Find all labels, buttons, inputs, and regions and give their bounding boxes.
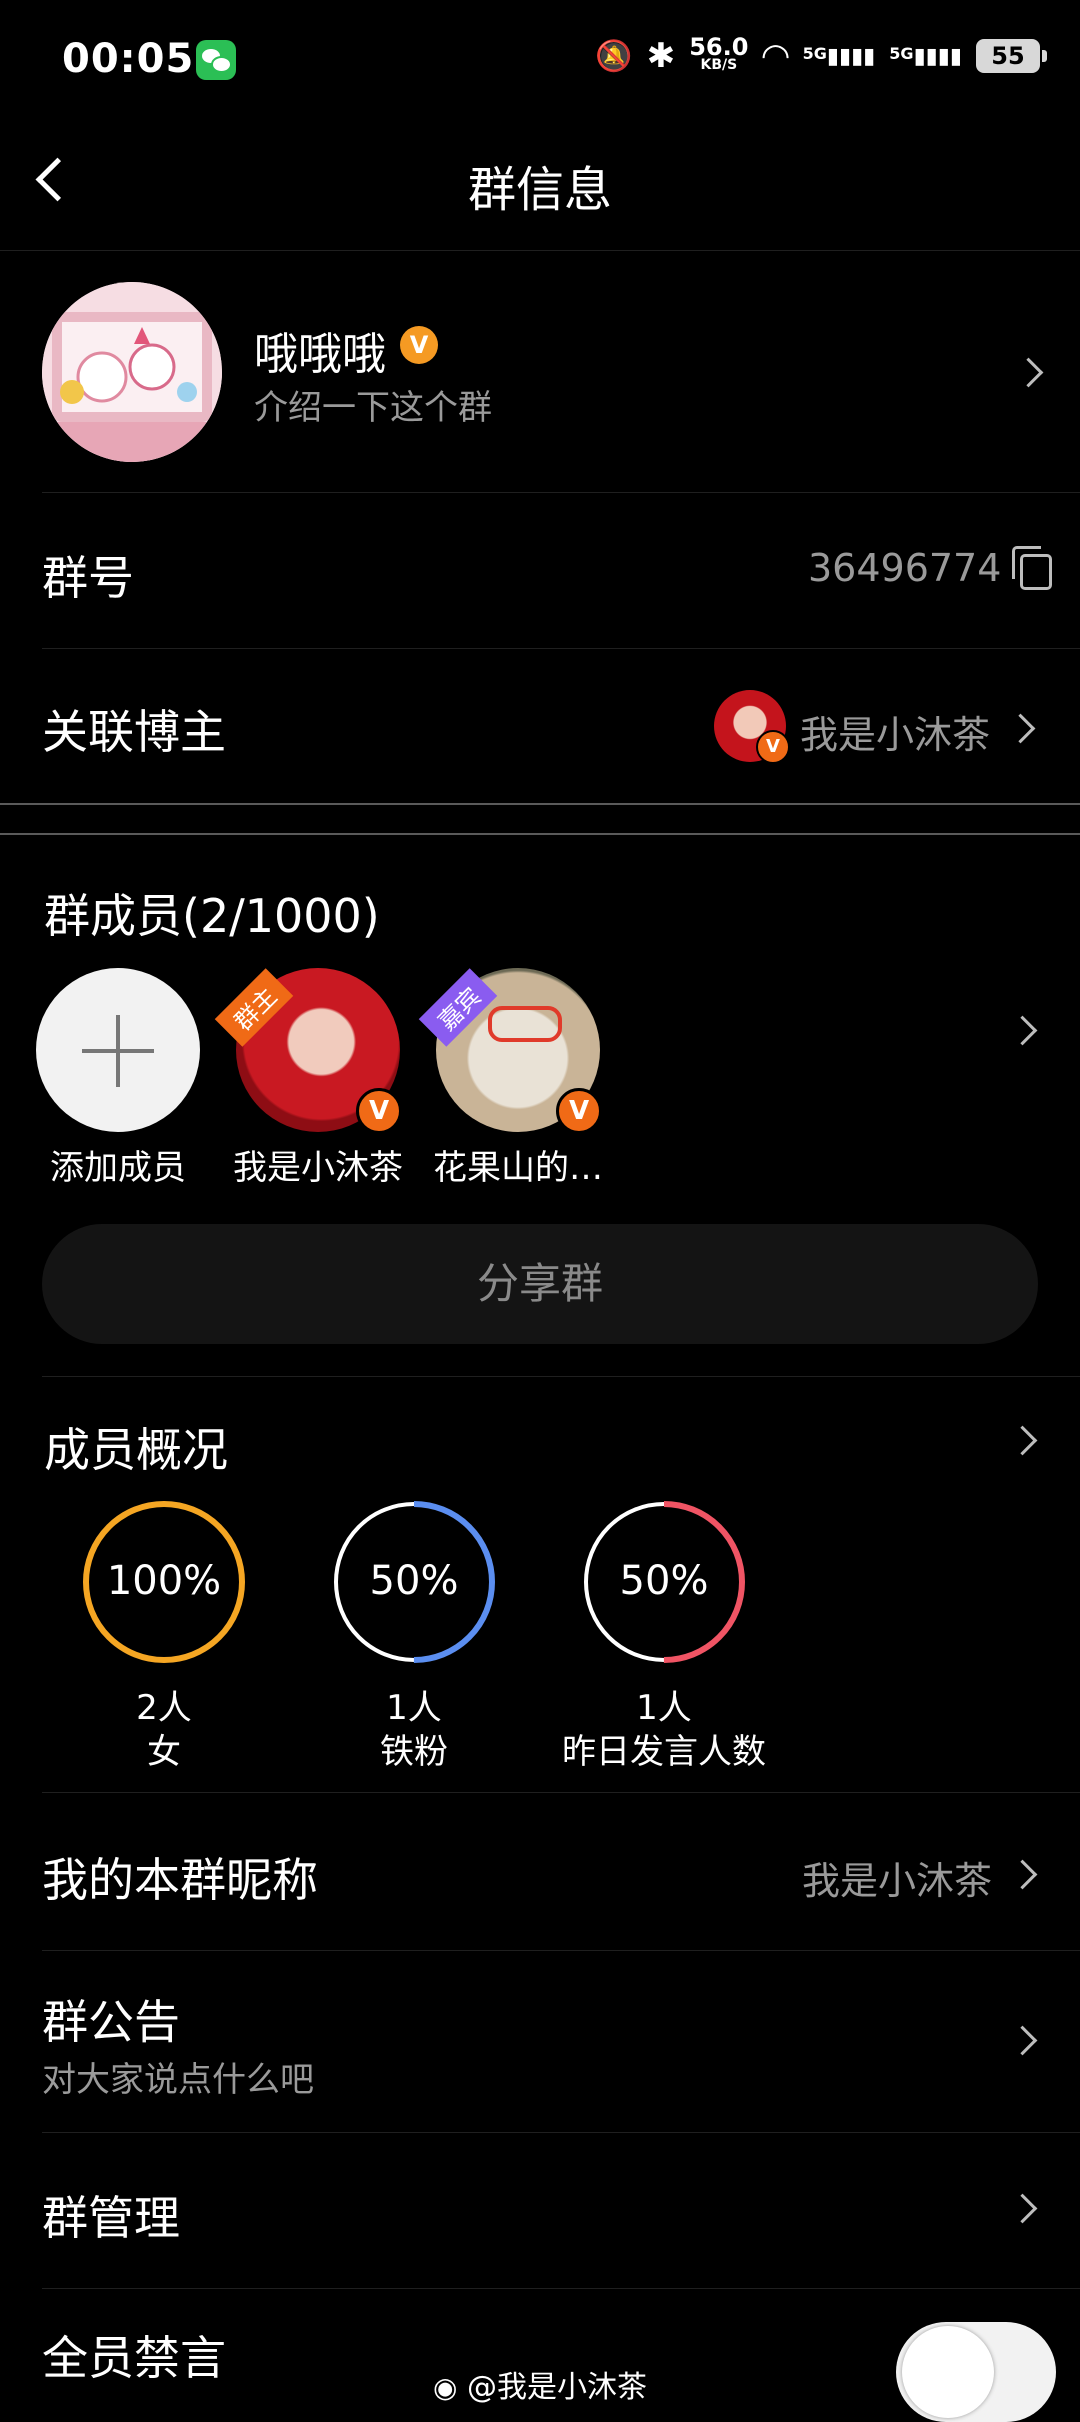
group-avatar[interactable]	[42, 282, 222, 462]
signal-1-icon: 5G▮▮▮▮	[802, 43, 876, 69]
member-name: 我是小沐茶	[233, 1148, 403, 1188]
stat-label: 昨日发言人数	[562, 1732, 766, 1772]
page-title: 群信息	[467, 162, 612, 218]
section-separator	[0, 803, 1080, 835]
group-name: 哦哦哦	[254, 329, 386, 380]
status-icons: 🔕 ✱ 56.0 KB/S ◠ 5G▮▮▮▮ 5G▮▮▮▮ 55	[595, 32, 1047, 80]
divider	[42, 492, 1080, 493]
status-time: 00:05	[62, 36, 195, 82]
stat-percent: 100%	[106, 1558, 222, 1604]
members-title: 群成员(2/1000)	[44, 889, 380, 943]
verified-badge-icon: V	[356, 1088, 402, 1134]
glasses-icon	[488, 1006, 562, 1042]
group-id-value: 36496774	[808, 546, 1002, 590]
group-notice-placeholder: 对大家说点什么吧	[42, 2060, 314, 2100]
chevron-right-icon[interactable]	[1007, 1015, 1038, 1046]
member-name: 花果山的…	[433, 1148, 603, 1188]
net-speed: 56.0 KB/S	[689, 33, 749, 73]
divider	[42, 1950, 1080, 1951]
group-description: 介绍一下这个群	[254, 388, 492, 428]
wechat-notification-icon	[196, 40, 236, 80]
divider	[42, 1792, 1080, 1793]
stat-label: 铁粉	[380, 1732, 448, 1772]
linked-blogger-label: 关联博主	[42, 705, 226, 759]
bluetooth-icon: ✱	[646, 36, 676, 76]
nickname-value: 我是小沐茶	[802, 1859, 993, 1903]
group-manage-label: 群管理	[42, 2191, 180, 2245]
stat-percent: 50%	[619, 1558, 709, 1604]
signal-2-icon: 5G▮▮▮▮	[889, 43, 962, 69]
verified-badge-icon: V	[556, 1088, 602, 1134]
stat-label: 女	[147, 1732, 181, 1772]
group-id-label: 群号	[42, 551, 134, 605]
blogger-name: 我是小沐茶	[800, 713, 991, 757]
nickname-label: 我的本群昵称	[42, 1853, 318, 1907]
divider	[42, 2288, 1080, 2289]
wifi-icon: ◠	[762, 36, 789, 76]
share-group-button[interactable]: 分享群	[42, 1224, 1038, 1344]
stat-count: 1人	[386, 1688, 442, 1728]
verified-badge-icon: V	[756, 730, 790, 764]
plus-icon-vertical	[116, 1015, 120, 1087]
weibo-icon: ◉	[433, 2371, 458, 2404]
divider	[42, 648, 1080, 649]
verified-badge-icon: V	[400, 326, 438, 364]
overview-title: 成员概况	[44, 1423, 228, 1477]
weibo-watermark: ◉ @我是小沐茶	[433, 2370, 647, 2405]
stat-count: 1人	[636, 1688, 692, 1728]
battery-icon: 55	[976, 39, 1047, 73]
stat-count: 2人	[136, 1688, 192, 1728]
mute-bell-icon: 🔕	[595, 38, 633, 74]
copy-icon-back	[1012, 546, 1041, 579]
stat-percent: 50%	[369, 1558, 459, 1604]
add-member-label: 添加成员	[50, 1148, 186, 1188]
divider	[42, 1376, 1080, 1377]
group-notice-label: 群公告	[42, 1995, 180, 2049]
divider	[42, 2132, 1080, 2133]
